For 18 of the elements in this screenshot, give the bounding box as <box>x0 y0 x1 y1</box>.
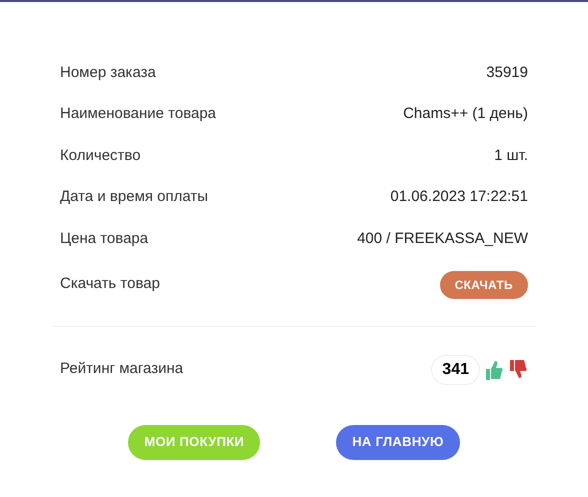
detail-value: 400 / FREEKASSA_NEW <box>357 228 528 248</box>
thumbs-down-icon[interactable] <box>508 358 528 380</box>
detail-label: Количество <box>60 146 141 166</box>
detail-label: Номер заказа <box>60 62 156 82</box>
detail-label: Цена товара <box>60 228 148 248</box>
nav-button[interactable]: НА ГЛАВНУЮ <box>336 424 460 460</box>
nav-button[interactable]: МОИ ПОКУПКИ <box>128 424 260 460</box>
detail-label: Дата и время оплаты <box>60 187 208 207</box>
rating-label: Рейтинг магазина <box>60 359 184 380</box>
detail-value: 35919 <box>486 62 528 82</box>
download-button[interactable]: СКАЧАТЬ <box>440 270 528 298</box>
thumbs-up-icon[interactable] <box>484 358 504 380</box>
detail-label: Скачать товар <box>60 274 160 294</box>
detail-label: Наименование товара <box>60 104 216 124</box>
detail-value: 1 шт. <box>494 146 528 166</box>
rating-count: 341 <box>431 354 480 384</box>
detail-value: 01.06.2023 17:22:51 <box>390 187 528 207</box>
detail-value: Chams++ (1 день) <box>403 104 528 124</box>
